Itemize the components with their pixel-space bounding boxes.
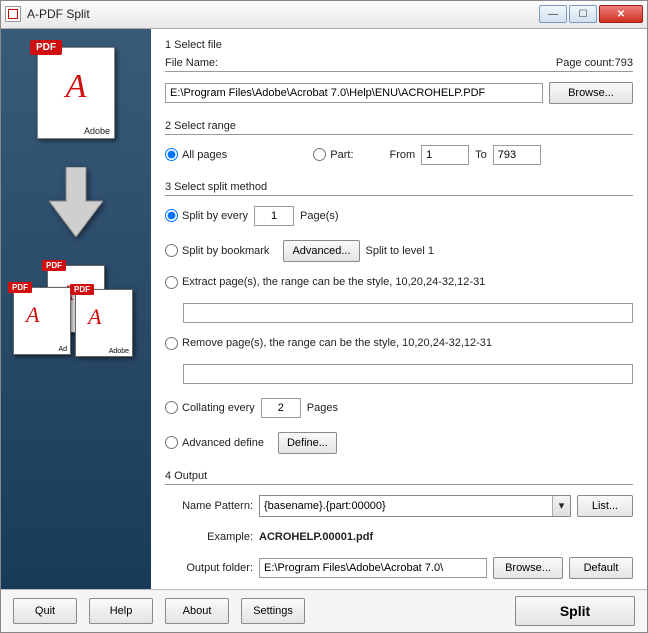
name-pattern-label: Name Pattern: xyxy=(165,500,253,512)
output-folder-input[interactable] xyxy=(259,558,487,578)
browse-file-button[interactable]: Browse... xyxy=(549,82,633,104)
help-button[interactable]: Help xyxy=(89,598,153,624)
split-bookmark-radio[interactable]: Split by bookmark xyxy=(165,244,269,257)
step2-heading: 2 Select range xyxy=(165,120,633,135)
bookmark-advanced-button[interactable]: Advanced... xyxy=(283,240,359,262)
pdf-mini-icon: PDF A Adobe xyxy=(75,289,133,357)
browse-folder-button[interactable]: Browse... xyxy=(493,557,563,579)
sidebar: PDF A Adobe PDF A Ad PDF A Ad PD xyxy=(1,29,151,589)
name-pattern-combo[interactable]: ▾ xyxy=(259,495,571,517)
split-every-input[interactable] xyxy=(254,206,294,226)
step3-heading: 3 Select split method xyxy=(165,181,633,196)
file-name-input[interactable] xyxy=(165,83,543,103)
advanced-define-radio[interactable]: Advanced define xyxy=(165,436,264,449)
adobe-symbol-icon: A xyxy=(66,68,87,106)
settings-button[interactable]: Settings xyxy=(241,598,305,624)
window-title: A-PDF Split xyxy=(27,7,539,21)
remove-radio[interactable]: Remove page(s), the range can be the sty… xyxy=(165,337,492,350)
bookmark-note: Split to level 1 xyxy=(366,245,434,257)
remove-input[interactable] xyxy=(183,364,633,384)
from-input[interactable] xyxy=(421,145,469,165)
footer-bar: Quit Help About Settings Split xyxy=(1,589,647,632)
chevron-down-icon[interactable]: ▾ xyxy=(552,496,570,516)
example-value: ACROHELP.00001.pdf xyxy=(259,531,373,543)
split-every-radio[interactable]: Split by every xyxy=(165,209,248,222)
minimize-button[interactable]: — xyxy=(539,5,567,23)
main-panel: 1 Select file File Name: Page count:793 … xyxy=(151,29,647,589)
step1-heading: 1 Select file xyxy=(165,39,633,51)
extract-input[interactable] xyxy=(183,303,633,323)
arrow-down-icon xyxy=(48,167,104,237)
to-label: To xyxy=(475,149,487,161)
collate-radio[interactable]: Collating every xyxy=(165,401,255,414)
collate-input[interactable] xyxy=(261,398,301,418)
quit-button[interactable]: Quit xyxy=(13,598,77,624)
list-button[interactable]: List... xyxy=(577,495,633,517)
define-button[interactable]: Define... xyxy=(278,432,337,454)
app-window: A-PDF Split — ☐ ✕ PDF A Adobe PDF A Ad xyxy=(0,0,648,633)
maximize-button[interactable]: ☐ xyxy=(569,5,597,23)
from-label: From xyxy=(390,149,416,161)
pdf-source-icon: PDF A Adobe xyxy=(37,47,115,139)
pdf-output-icons: PDF A Ad PDF A Ad PDF A Adobe xyxy=(9,265,143,365)
app-icon xyxy=(5,6,21,22)
page-count-display: Page count:793 xyxy=(556,57,633,69)
split-every-suffix: Page(s) xyxy=(300,210,339,222)
file-name-label: File Name: xyxy=(165,57,218,69)
extract-radio[interactable]: Extract page(s), the range can be the st… xyxy=(165,276,485,289)
about-button[interactable]: About xyxy=(165,598,229,624)
pdf-mini-icon: PDF A Ad xyxy=(13,287,71,355)
adobe-label: Adobe xyxy=(84,126,110,136)
output-folder-label: Output folder: xyxy=(165,562,253,574)
titlebar: A-PDF Split — ☐ ✕ xyxy=(1,1,647,29)
all-pages-radio[interactable]: All pages xyxy=(165,148,227,161)
window-controls: — ☐ ✕ xyxy=(539,5,643,23)
default-button[interactable]: Default xyxy=(569,557,633,579)
close-button[interactable]: ✕ xyxy=(599,5,643,23)
pdf-badge: PDF xyxy=(30,40,62,55)
example-label: Example: xyxy=(165,531,253,543)
step4-heading: 4 Output xyxy=(165,470,633,485)
step1-subhead: File Name: Page count:793 xyxy=(165,57,633,72)
name-pattern-input[interactable] xyxy=(260,496,552,516)
to-input[interactable] xyxy=(493,145,541,165)
part-radio[interactable]: Part: xyxy=(313,148,353,161)
split-button[interactable]: Split xyxy=(515,596,635,626)
collate-suffix: Pages xyxy=(307,402,338,414)
